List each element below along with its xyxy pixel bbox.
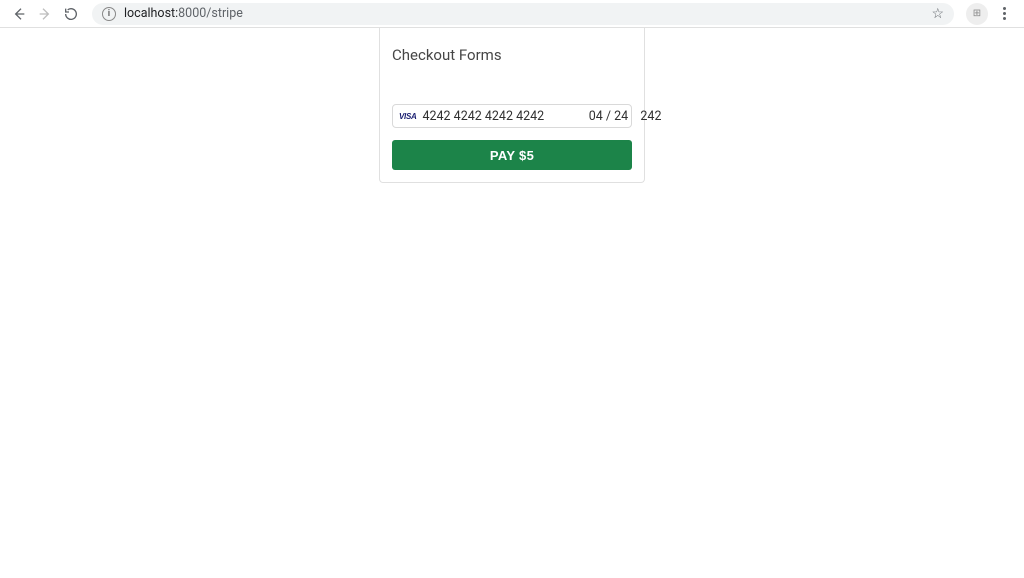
browser-menu-button[interactable]	[994, 7, 1014, 20]
card-cvc-input[interactable]	[635, 109, 661, 124]
pay-button[interactable]: PAY $5	[392, 140, 632, 170]
card-number-input[interactable]	[422, 109, 581, 124]
arrow-right-icon	[37, 6, 53, 22]
page-content: Checkout Forms VISA PAY $5	[0, 28, 1024, 183]
reload-button[interactable]	[58, 1, 84, 27]
back-button[interactable]	[6, 1, 32, 27]
browser-toolbar: i localhost:8000/stripe ☆ ⊞	[0, 0, 1024, 28]
checkout-card: Checkout Forms VISA PAY $5	[379, 28, 645, 183]
reload-icon	[63, 6, 79, 22]
card-brand-icon: VISA	[399, 112, 416, 121]
address-bar[interactable]: i localhost:8000/stripe ☆	[92, 3, 954, 25]
site-info-icon[interactable]: i	[102, 7, 116, 21]
card-expiry-input[interactable]	[587, 109, 629, 124]
arrow-left-icon	[11, 6, 27, 22]
extension-icon[interactable]: ⊞	[966, 3, 988, 25]
url-port: 8000	[178, 6, 206, 21]
bookmark-star-icon[interactable]: ☆	[931, 6, 944, 22]
card-element[interactable]: VISA	[392, 104, 632, 128]
url-host: localhost:	[124, 6, 178, 21]
url-path: /stripe	[206, 6, 243, 21]
browser-actions: ⊞	[962, 3, 1018, 25]
checkout-title: Checkout Forms	[392, 46, 632, 64]
forward-button[interactable]	[32, 1, 58, 27]
